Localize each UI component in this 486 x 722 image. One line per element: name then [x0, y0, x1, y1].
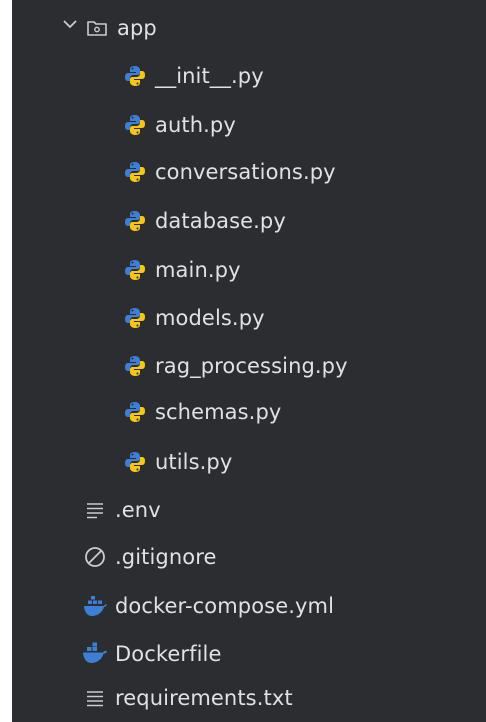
chevron-down-icon[interactable]	[61, 15, 79, 33]
tree-item-label: conversations.py	[155, 160, 336, 184]
tree-item-label: utils.py	[155, 450, 233, 474]
python-icon	[121, 207, 149, 235]
folder-icon	[83, 14, 111, 42]
tree-folder-app[interactable]: app	[83, 6, 157, 50]
tree-file-item[interactable]: main.py	[121, 248, 241, 292]
tree-item-label: models.py	[155, 306, 265, 330]
tree-file-item[interactable]: auth.py	[121, 103, 236, 147]
tree-file-item[interactable]: database.py	[121, 199, 286, 243]
tree-item-label: __init__.py	[155, 64, 264, 88]
tree-file-item[interactable]: schemas.py	[121, 390, 281, 434]
tree-item-label: schemas.py	[155, 400, 282, 424]
python-icon	[121, 304, 149, 332]
tree-item-label: app	[117, 16, 157, 40]
text-lines-icon	[81, 684, 109, 712]
tree-file-item[interactable]: utils.py	[121, 440, 232, 484]
tree-file-item[interactable]: .gitignore	[81, 535, 217, 579]
python-icon	[121, 158, 149, 186]
ignore-circle-icon	[81, 543, 109, 571]
tree-file-item[interactable]: __init__.py	[121, 54, 264, 98]
tree-item-label: database.py	[155, 209, 286, 233]
tree-item-label: main.py	[155, 258, 241, 282]
python-icon	[121, 62, 149, 90]
text-lines-icon	[81, 496, 109, 524]
tree-file-item[interactable]: docker-compose.yml	[81, 584, 334, 628]
docker-compose-icon	[81, 592, 109, 620]
tree-item-label: .env	[115, 498, 161, 522]
python-icon	[121, 352, 149, 380]
project-tree-panel: app __init__.py auth.py conversations.py…	[12, 0, 486, 722]
tree-item-label: docker-compose.yml	[115, 594, 335, 618]
tree-file-item[interactable]: conversations.py	[121, 150, 336, 194]
tree-file-item[interactable]: Dockerfile	[81, 632, 222, 676]
tree-item-label: auth.py	[155, 113, 236, 137]
tree-file-item[interactable]: rag_processing.py	[121, 344, 348, 388]
tree-item-label: requirements.txt	[115, 686, 293, 710]
tree-item-label: rag_processing.py	[155, 354, 348, 378]
python-icon	[121, 448, 149, 476]
tree-file-item[interactable]: .env	[81, 488, 161, 532]
docker-icon	[81, 640, 109, 668]
tree-file-item[interactable]: models.py	[121, 296, 265, 340]
tree-item-label: Dockerfile	[115, 642, 222, 666]
tree-item-label: .gitignore	[115, 545, 217, 569]
python-icon	[121, 256, 149, 284]
python-icon	[121, 111, 149, 139]
tree-file-item[interactable]: requirements.txt	[81, 676, 293, 720]
python-icon	[121, 398, 149, 426]
